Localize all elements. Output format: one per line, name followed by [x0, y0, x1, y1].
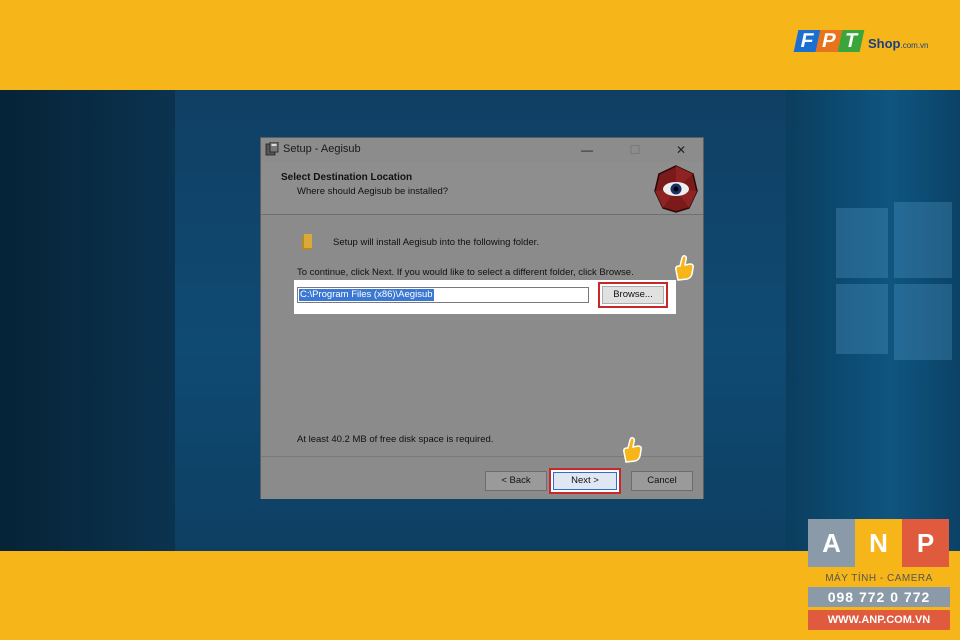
- next-button[interactable]: Next >: [553, 472, 617, 490]
- desktop-left-panel: [0, 90, 175, 551]
- aegisub-eye-icon: [654, 165, 698, 213]
- windows-logo-pane: [836, 208, 888, 278]
- disk-space-message: At least 40.2 MB of free disk space is r…: [297, 434, 494, 445]
- browse-highlight-box: Browse...: [598, 282, 668, 308]
- anp-tagline: MÁY TÍNH - CAMERA: [825, 573, 933, 584]
- anp-logo: A N P MÁY TÍNH - CAMERA 098 772 0 772 WW…: [808, 519, 950, 632]
- next-highlight-box: Next >: [549, 468, 621, 494]
- install-folder-message: Setup will install Aegisub into the foll…: [333, 237, 539, 248]
- window-title: Setup - Aegisub: [283, 143, 361, 155]
- maximize-button[interactable]: ☐: [613, 140, 657, 160]
- fpt-shop-text: Shop.com.vn: [868, 36, 929, 51]
- folder-icon: [302, 234, 312, 250]
- path-row-highlight: C:\Program Files (x86)\Aegisub Browse...: [294, 280, 676, 314]
- setup-icon: [265, 142, 279, 156]
- cancel-button[interactable]: Cancel: [631, 471, 693, 491]
- fpt-shop-logo: F P T Shop.com.vn: [793, 30, 936, 66]
- anp-phone: 098 772 0 772: [808, 587, 950, 607]
- pointing-hand-icon: [623, 437, 642, 463]
- fpt-letter-t: T: [837, 30, 865, 52]
- wizard-header: Select Destination Location Where should…: [261, 162, 703, 215]
- page-title: Select Destination Location: [281, 172, 413, 183]
- destination-path-value: C:\Program Files (x86)\Aegisub: [299, 289, 434, 301]
- title-bar[interactable]: Setup - Aegisub — ☐ ✕: [261, 138, 703, 162]
- continue-instruction: To continue, click Next. If you would li…: [297, 267, 634, 278]
- anp-letter-p: P: [902, 519, 949, 567]
- close-button[interactable]: ✕: [659, 140, 703, 160]
- minimize-button[interactable]: —: [565, 140, 609, 160]
- windows-logo-pane: [836, 284, 888, 354]
- page-subtitle: Where should Aegisub be installed?: [297, 186, 449, 197]
- fpt-shop-word: Shop: [868, 36, 901, 51]
- windows-logo-pane: [894, 284, 952, 360]
- windows-logo-pane: [894, 202, 952, 278]
- desktop-right-panel: [786, 90, 960, 551]
- fpt-shop-domain: .com.vn: [900, 41, 929, 50]
- back-button[interactable]: < Back: [485, 471, 547, 491]
- anp-letter-n: N: [855, 519, 902, 567]
- wizard-body: Setup will install Aegisub into the foll…: [261, 215, 703, 455]
- anp-letter-a: A: [808, 519, 855, 567]
- pointing-hand-icon: [675, 255, 694, 281]
- anp-website: WWW.ANP.COM.VN: [808, 610, 950, 630]
- browse-button[interactable]: Browse...: [602, 286, 664, 304]
- destination-path-input[interactable]: C:\Program Files (x86)\Aegisub: [297, 287, 589, 303]
